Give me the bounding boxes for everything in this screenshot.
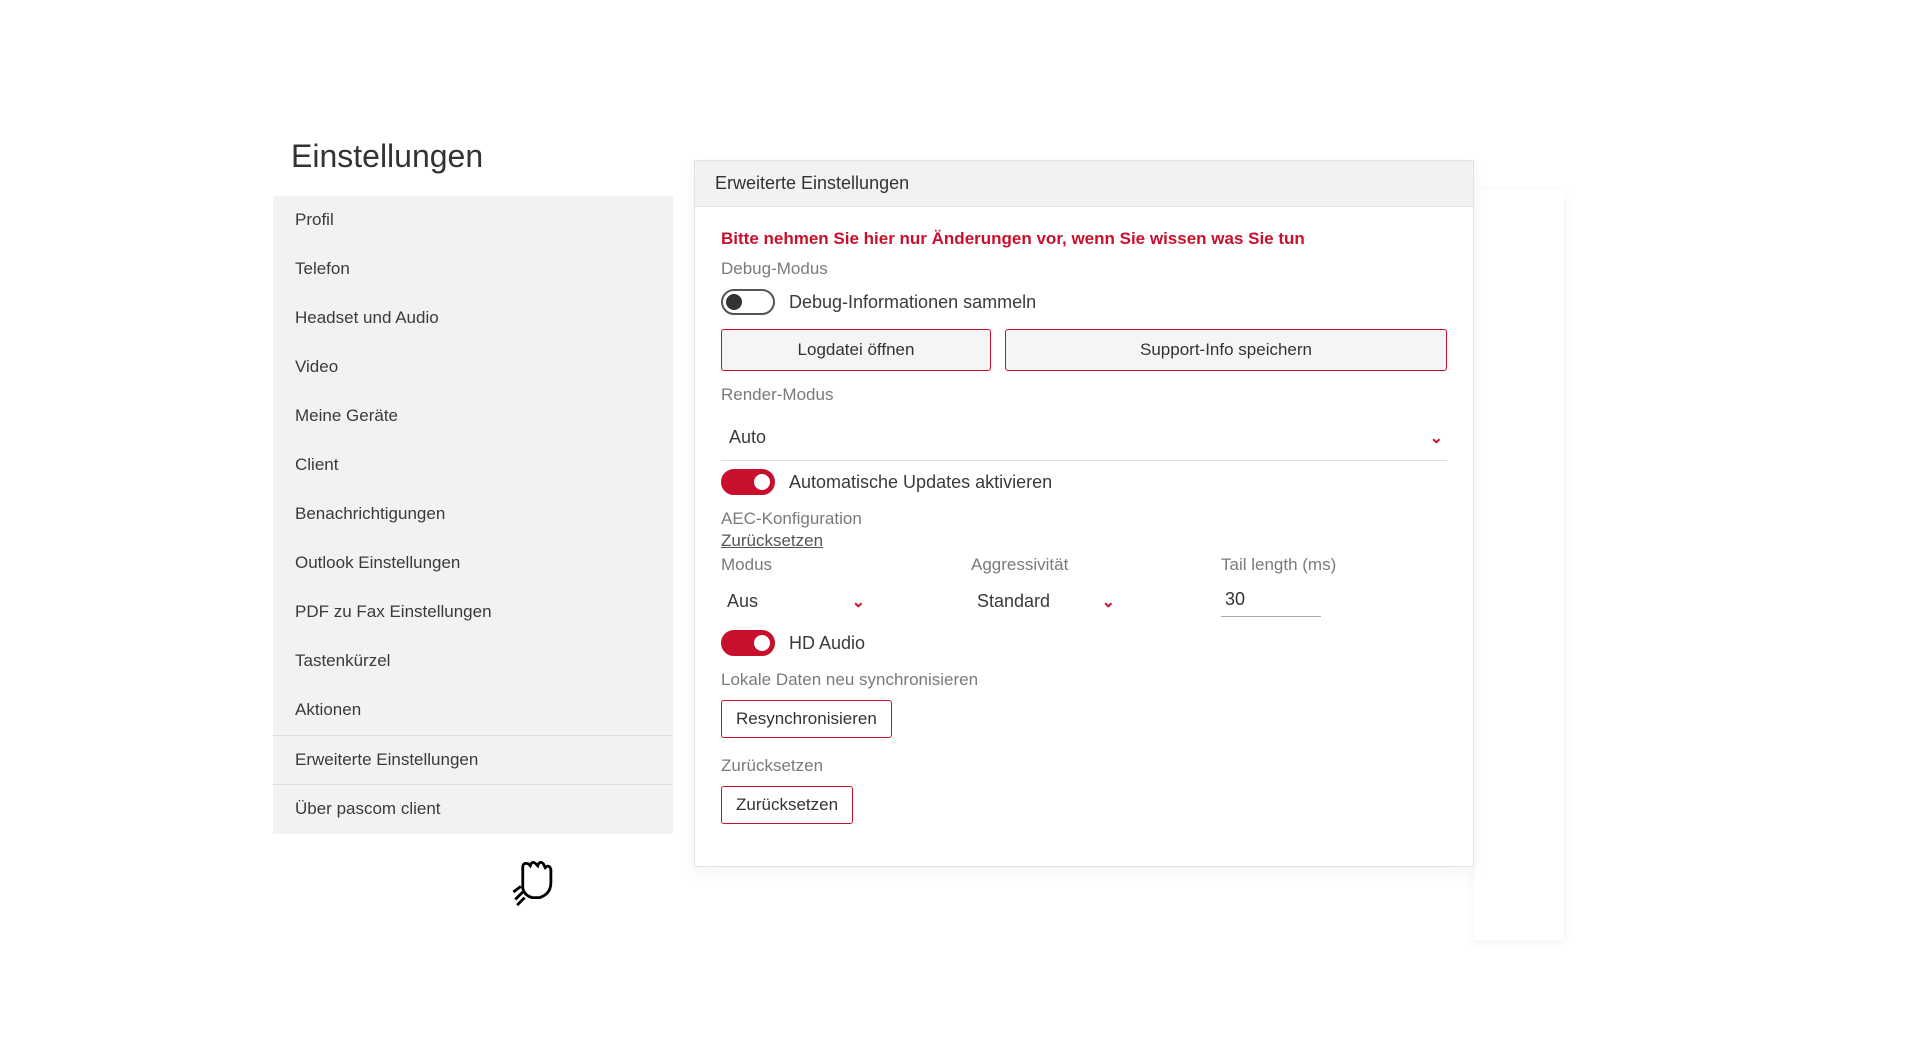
auto-updates-toggle[interactable] [721, 469, 775, 495]
debug-toggle-label: Debug-Informationen sammeln [789, 292, 1036, 313]
hd-audio-toggle-row: HD Audio [721, 630, 1447, 656]
chevron-down-icon: ⌄ [1102, 592, 1115, 612]
toggle-knob [754, 635, 770, 651]
sidebar-item-tastenkuerzel[interactable]: Tastenkürzel [273, 637, 673, 686]
sidebar-item-about[interactable]: Über pascom client [273, 785, 673, 834]
sidebar-item-label: Erweiterte Einstellungen [295, 750, 478, 769]
render-mode-dropdown[interactable]: Auto ⌄ [721, 415, 1447, 461]
resync-label: Lokale Daten neu synchronisieren [721, 670, 1447, 690]
settings-sidebar: Profil Telefon Headset und Audio Video M… [273, 196, 673, 834]
aec-modus-dropdown[interactable]: Aus ⌄ [721, 583, 871, 620]
sidebar-item-label: Video [295, 357, 338, 376]
aec-aggr-dropdown[interactable]: Standard ⌄ [971, 583, 1121, 620]
sidebar-item-label: Benachrichtigungen [295, 504, 445, 523]
sidebar-item-telefon[interactable]: Telefon [273, 245, 673, 294]
aec-tail-input[interactable] [1221, 583, 1321, 617]
aec-col-tail: Tail length (ms) [1221, 555, 1421, 617]
sidebar-item-meine-geraete[interactable]: Meine Geräte [273, 392, 673, 441]
advanced-settings-panel: Erweiterte Einstellungen Bitte nehmen Si… [694, 160, 1474, 867]
aec-row: Modus Aus ⌄ Aggressivität Standard ⌄ Tai… [721, 555, 1447, 620]
debug-buttons-row: Logdatei öffnen Support-Info speichern [721, 329, 1447, 371]
sidebar-item-aktionen[interactable]: Aktionen [273, 686, 673, 735]
reset-label: Zurücksetzen [721, 756, 1447, 776]
page-title: Einstellungen [291, 138, 483, 175]
aec-modus-label: Modus [721, 555, 921, 575]
sidebar-item-label: Tastenkürzel [295, 651, 390, 670]
panel-title: Erweiterte Einstellungen [715, 173, 909, 193]
sidebar-item-benachrichtigungen[interactable]: Benachrichtigungen [273, 490, 673, 539]
hd-audio-label: HD Audio [789, 633, 865, 654]
sidebar-item-label: Outlook Einstellungen [295, 553, 460, 572]
chevron-down-icon: ⌄ [852, 592, 865, 612]
chevron-down-icon: ⌄ [1430, 428, 1443, 448]
aec-col-modus: Modus Aus ⌄ [721, 555, 921, 620]
render-mode-label: Render-Modus [721, 385, 1447, 405]
aec-reset-link[interactable]: Zurücksetzen [721, 531, 823, 551]
aec-tail-label: Tail length (ms) [1221, 555, 1421, 575]
sidebar-item-outlook[interactable]: Outlook Einstellungen [273, 539, 673, 588]
reset-button[interactable]: Zurücksetzen [721, 786, 853, 824]
panel-body: Bitte nehmen Sie hier nur Änderungen vor… [695, 207, 1473, 866]
auto-updates-label: Automatische Updates aktivieren [789, 472, 1052, 493]
warning-text: Bitte nehmen Sie hier nur Änderungen vor… [721, 229, 1447, 249]
sidebar-item-label: Client [295, 455, 338, 474]
aec-config-label: AEC-Konfiguration [721, 509, 1447, 529]
sidebar-item-label: Meine Geräte [295, 406, 398, 425]
aec-col-aggr: Aggressivität Standard ⌄ [971, 555, 1171, 620]
sidebar-item-label: Profil [295, 210, 334, 229]
sidebar-item-erweiterte[interactable]: Erweiterte Einstellungen [273, 735, 673, 785]
sidebar-item-pdf-fax[interactable]: PDF zu Fax Einstellungen [273, 588, 673, 637]
resync-button[interactable]: Resynchronisieren [721, 700, 892, 738]
hd-audio-toggle[interactable] [721, 630, 775, 656]
sidebar-item-label: Headset und Audio [295, 308, 439, 327]
toggle-knob [754, 474, 770, 490]
sidebar-item-label: PDF zu Fax Einstellungen [295, 602, 492, 621]
sidebar-item-headset-audio[interactable]: Headset und Audio [273, 294, 673, 343]
panel-header: Erweiterte Einstellungen [695, 161, 1473, 207]
save-support-info-button[interactable]: Support-Info speichern [1005, 329, 1447, 371]
open-logfile-button[interactable]: Logdatei öffnen [721, 329, 991, 371]
debug-toggle-row: Debug-Informationen sammeln [721, 289, 1447, 315]
debug-toggle[interactable] [721, 289, 775, 315]
sidebar-item-profil[interactable]: Profil [273, 196, 673, 245]
pointer-cursor-icon [504, 847, 564, 907]
sidebar-item-label: Über pascom client [295, 799, 441, 818]
background-card-edge [1474, 190, 1564, 940]
aec-aggr-label: Aggressivität [971, 555, 1171, 575]
debug-mode-label: Debug-Modus [721, 259, 1447, 279]
aec-aggr-value: Standard [977, 591, 1050, 612]
render-mode-value: Auto [729, 427, 766, 448]
aec-modus-value: Aus [727, 591, 758, 612]
sidebar-item-label: Aktionen [295, 700, 361, 719]
sidebar-item-client[interactable]: Client [273, 441, 673, 490]
auto-updates-toggle-row: Automatische Updates aktivieren [721, 469, 1447, 495]
sidebar-item-label: Telefon [295, 259, 350, 278]
toggle-knob [726, 294, 742, 310]
sidebar-item-video[interactable]: Video [273, 343, 673, 392]
